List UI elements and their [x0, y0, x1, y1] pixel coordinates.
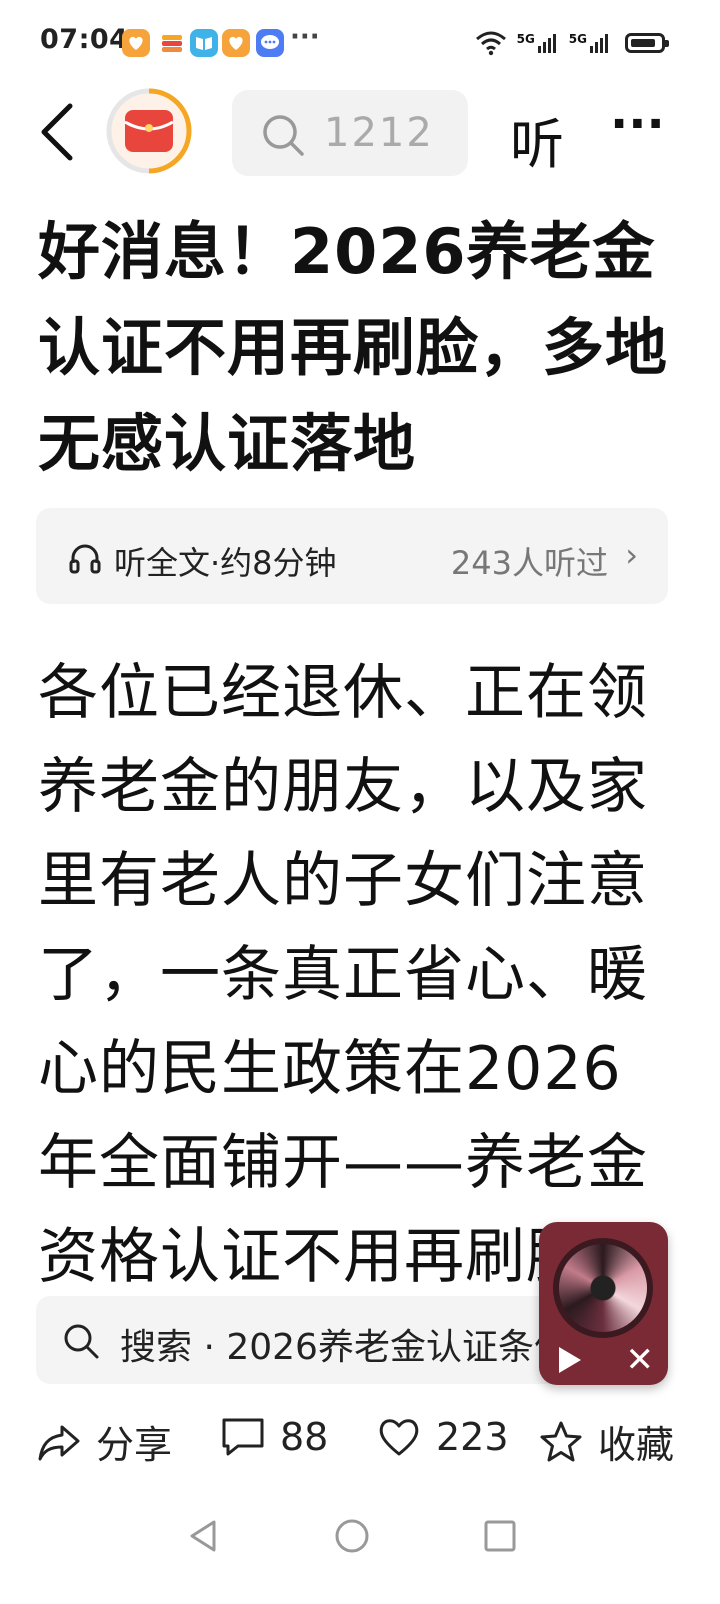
nav-home-circle-icon[interactable]: [332, 1516, 372, 1556]
search-suggestion-text: 搜索 · 2026养老金认证条件: [120, 1327, 570, 1368]
status-time: 07:04: [40, 24, 129, 55]
author-avatar[interactable]: [106, 88, 192, 174]
signal-bars-icon: [537, 34, 556, 53]
network-type-2: 5G: [568, 32, 587, 46]
share-button[interactable]: 分享: [36, 1414, 172, 1469]
article-title: 好消息！2026养老金认证不用再刷脸，多地无感认证落地: [38, 215, 669, 480]
pet-app-icon: [122, 29, 150, 57]
search-box[interactable]: 1212: [232, 90, 468, 176]
listen-full-text-bar[interactable]: 听全文·约8分钟 243人听过 ›: [36, 508, 668, 604]
comment-count: 88: [280, 1415, 329, 1459]
comment-icon: [222, 1418, 264, 1456]
wallet-app-icon: [158, 29, 186, 57]
article-body: 各位已经退休、正在领养老金的朋友，以及家里有老人的子女们注意了，一条真正省心、暖…: [38, 658, 648, 1282]
signal-2: 5G: [569, 32, 611, 54]
album-disc-icon: [553, 1238, 653, 1338]
listen-duration-label: 听全文·约8分钟: [114, 544, 337, 582]
system-nav-bar: [0, 1500, 720, 1604]
search-icon: [263, 115, 304, 156]
like-count: 223: [436, 1415, 509, 1459]
like-button[interactable]: 223: [376, 1414, 509, 1460]
action-bar: 分享 88 223 收藏: [0, 1400, 720, 1480]
share-label: 分享: [96, 1423, 173, 1467]
floating-mini-player[interactable]: ✕: [539, 1222, 668, 1385]
favorite-button[interactable]: 收藏: [538, 1414, 674, 1469]
share-icon: [38, 1425, 80, 1460]
battery-fill: [631, 39, 655, 47]
network-type-1: 5G: [516, 32, 535, 46]
status-right: 5G 5G: [475, 28, 669, 58]
red-packet-avatar-icon: [106, 88, 192, 174]
more-options-button[interactable]: ···: [610, 96, 665, 152]
message-app-icon: [256, 29, 284, 57]
wifi-icon: [475, 31, 506, 56]
favorite-label: 收藏: [598, 1423, 675, 1467]
nav-recents-square-icon[interactable]: [480, 1516, 520, 1556]
book-app-icon: [190, 29, 218, 57]
back-arrow-icon[interactable]: [36, 100, 76, 164]
status-more: ···: [290, 22, 320, 52]
play-icon[interactable]: [553, 1344, 585, 1376]
listen-count: 243人听过: [450, 544, 608, 582]
signal-bars-icon-2: [590, 34, 608, 53]
close-icon[interactable]: ✕: [626, 1340, 655, 1380]
comment-button[interactable]: 88: [220, 1414, 328, 1460]
status-bar: 07:04 ··· 5G 5G: [0, 0, 720, 84]
headphones-icon: [69, 544, 101, 574]
battery-icon: [625, 33, 669, 53]
nav-back-triangle-icon[interactable]: [184, 1516, 224, 1556]
star-icon: [540, 1421, 582, 1461]
search-icon-2: [64, 1324, 99, 1359]
listen-button[interactable]: 听: [510, 100, 564, 179]
heart-icon: [379, 1419, 419, 1456]
pet-app-icon-2: [222, 29, 250, 57]
search-value: 1212: [324, 110, 434, 156]
signal-1: 5G: [517, 32, 559, 54]
chevron-right-icon: ›: [625, 536, 638, 574]
